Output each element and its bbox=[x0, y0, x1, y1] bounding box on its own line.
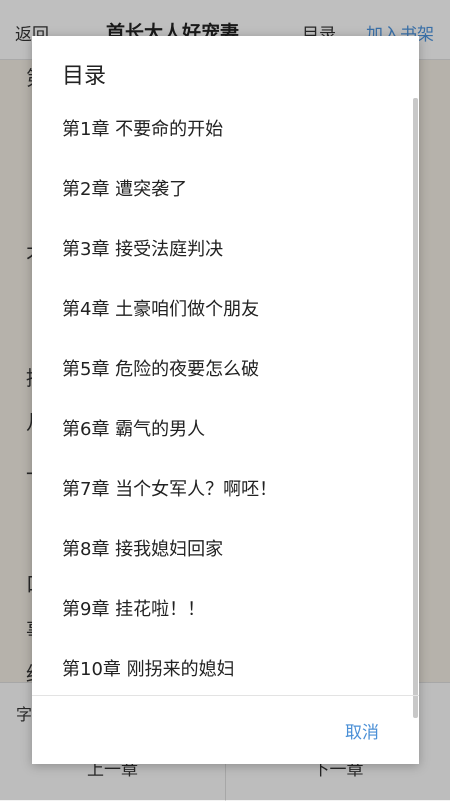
dialog-divider bbox=[32, 695, 419, 696]
chapter-item[interactable]: 第4章 土豪咱们做个朋友 bbox=[32, 280, 419, 340]
chapter-item[interactable]: 第9章 挂花啦！！ bbox=[32, 580, 419, 640]
chapter-item[interactable]: 第8章 接我媳妇回家 bbox=[32, 520, 419, 580]
chapter-item[interactable]: 第2章 遭突袭了 bbox=[32, 160, 419, 220]
dialog-title: 目录 bbox=[62, 64, 107, 89]
chapter-list: 第1章 不要命的开始 第2章 遭突袭了 第3章 接受法庭判决 第4章 土豪咱们做… bbox=[32, 100, 419, 728]
list-scrollbar[interactable] bbox=[413, 98, 418, 718]
chapter-item[interactable]: 第3章 接受法庭判决 bbox=[32, 220, 419, 280]
chapter-item[interactable]: 第6章 霸气的男人 bbox=[32, 400, 419, 460]
chapter-item[interactable]: 第7章 当个女军人？啊呸！ bbox=[32, 460, 419, 520]
chapter-item[interactable]: 第5章 危险的夜要怎么破 bbox=[32, 340, 419, 400]
chapter-item[interactable]: 第1章 不要命的开始 bbox=[32, 100, 419, 160]
chapter-item[interactable]: 第10章 刚拐来的媳妇 bbox=[32, 640, 419, 700]
cancel-button[interactable]: 取消 bbox=[345, 718, 379, 743]
toc-dialog: 目录 第1章 不要命的开始 第2章 遭突袭了 第3章 接受法庭判决 第4章 土豪… bbox=[32, 36, 419, 764]
